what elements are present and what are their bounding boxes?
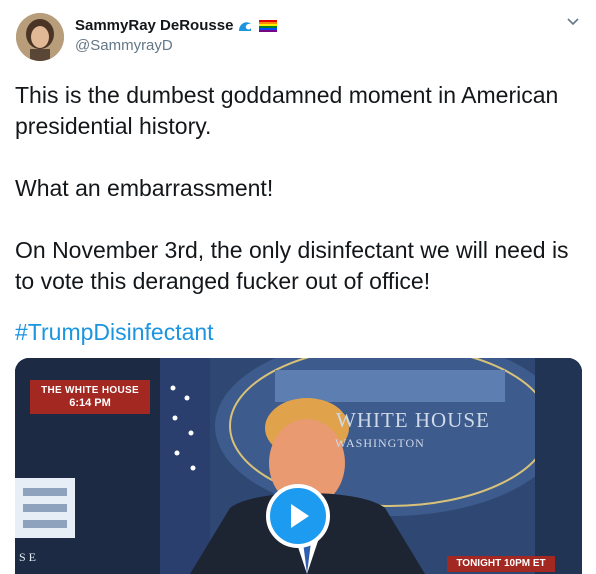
tweet-paragraph: This is the dumbest goddamned moment in … [15,82,559,139]
chevron-down-icon[interactable] [566,14,580,28]
seal-text: WHITE HOUSE [336,408,490,432]
hashtag-link[interactable]: #TrumpDisinfectant [15,319,214,346]
author-name-row[interactable]: SammyRay DeRousse [75,17,278,34]
tweet-text: This is the dumbest goddamned moment in … [15,80,580,297]
avatar-image [16,13,64,61]
tonight-banner: TONIGHT 10PM ET [447,556,555,572]
banner-location: THE WHITE HOUSE [41,385,139,396]
tweet-card: SammyRay DeRousse @SammyrayD This is the… [0,0,596,574]
display-name[interactable]: SammyRay DeRousse [75,17,233,34]
wave-emoji-icon [237,19,255,33]
tweet-paragraph: On November 3rd, the only disinfectant w… [15,237,569,294]
seal-subtext: WASHINGTON [335,436,425,450]
play-button[interactable] [266,484,330,548]
author-handle[interactable]: @SammyrayD [75,37,173,54]
edge-text: SE [19,550,40,564]
tweet-paragraph: What an embarrassment! [15,175,274,201]
rainbow-flag-icon [259,19,278,33]
video-player[interactable]: THE WHITE HOUSE 6:14 PM WHITE HOUSE WASH… [15,358,582,574]
banner-time: 6:14 PM [69,397,111,409]
avatar[interactable] [16,13,64,61]
time-banner: THE WHITE HOUSE 6:14 PM [30,380,150,414]
play-icon [291,504,309,528]
